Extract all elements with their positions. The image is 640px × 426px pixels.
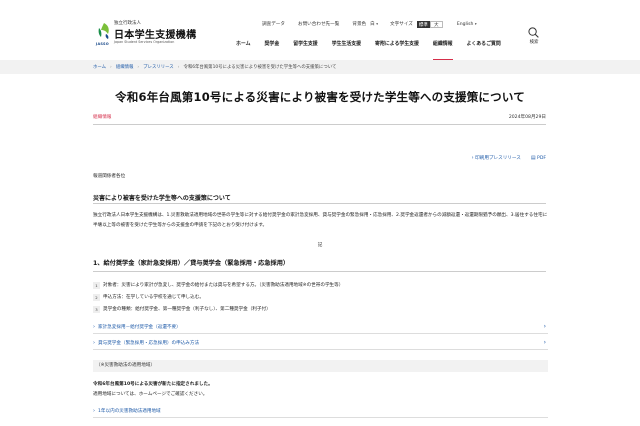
divider [93,203,546,204]
list-number: 3 [93,305,100,313]
publish-date: 2024年08月29日 [508,115,546,120]
nav-faq[interactable]: よくあるご質問 [467,40,501,50]
site-logo[interactable]: JASSO 独立行政法人 日本学生支援機構 Japan Student Serv… [96,20,196,50]
language-select[interactable]: English ▾ [457,22,477,27]
bgcolor-value: 白 [370,22,375,27]
chevron-down-icon: ▾ [376,22,378,26]
note-line-2: 適用地域については、ホームページでご確認ください。 [93,392,208,397]
list-item: 1 対象者：災害により家計が急変し、奨学金の給付または貸与を希望する方。（災害救… [93,279,548,291]
list-item: 3 奨学金の種類：給付奨学金、第一種奨学金（利子なし）、第二種奨学金（利子付） [93,303,548,315]
search-label: 検索 [529,40,539,45]
breadcrumb-press[interactable]: プレスリリース [143,65,174,70]
link-row-taiyo-kinkyu[interactable]: › 貸与奨学金（緊急採用・応急採用）の申込み方法 › [93,336,548,350]
site-header: JASSO 独立行政法人 日本学生支援機構 Japan Student Serv… [0,0,640,60]
link-label: 家計急変採用－給付奨学金（返還不要） [98,324,181,330]
arrow-right-icon: › [93,339,95,346]
pdf-label: PDF [537,156,546,161]
breadcrumb-separator: › [137,65,140,70]
utility-bar: 調査データ お問い合わせ先一覧 背景色 白 ▾ 文字サイズ 標準 大 Engli… [262,19,477,29]
logo-title: 日本学生支援機構 [114,30,197,41]
section-1-title: 1、給付奨学金（家計急変採用）／貸与奨学金（緊急採用・応急採用） [93,260,290,267]
eligibility-list: 1 対象者：災害により家計が急変し、奨学金の給付または貸与を希望する方。（災害救… [93,279,548,315]
breadcrumb-organization[interactable]: 組織情報 [116,65,134,70]
fontsize-standard-button[interactable]: 標準 [416,20,430,28]
arrow-right-icon: › [93,407,95,414]
nav-organization[interactable]: 組織情報 [432,40,453,60]
nav-donation[interactable]: 寄附による学生支援 [375,40,419,50]
logo-jasso-text: JASSO [96,42,109,46]
link-row-disaster-areas[interactable]: › 1年以内の災害救助法適用地域 [93,404,548,418]
search-icon [528,27,539,38]
breadcrumb-separator: › [110,65,112,70]
nav-international[interactable]: 留学生支援 [293,40,317,50]
breadcrumb-current: 令和6年台風第10号による災害により被害を受けた学生等への支援策について [183,65,337,70]
arrow-right-icon: › [93,323,95,330]
search-button[interactable]: 検索 [526,27,542,47]
breadcrumb-home[interactable]: ホーム [93,65,106,70]
bgcolor-label: 背景色 [352,22,367,27]
breadcrumb-separator: › [177,65,180,70]
link-label: 1年以内の災害救助法適用地域 [98,408,161,414]
nav-scholarship[interactable]: 奨学金 [265,40,280,50]
contact-link[interactable]: お問い合わせ先一覧 [298,21,339,27]
list-item-text: 奨学金の種類：給付奨学金、第一種奨学金（利子なし）、第二種奨学金（利子付） [103,307,271,312]
print-press-release-label: 印刷用プレスリリース [475,156,521,161]
section-subtitle: 災害により被害を受けた学生等への支援策について [93,195,231,202]
nav-home[interactable]: ホーム [236,40,251,50]
category-label: 組織情報 [93,115,112,120]
chevron-right-icon: › [543,323,546,330]
survey-link[interactable]: 調査データ [262,21,285,27]
document-icon: ▤ [530,155,536,161]
nav-student-life[interactable]: 学生生活支援 [332,40,361,50]
divider [93,271,546,272]
main-nav: ホーム 奨学金 留学生支援 学生生活支援 寄附による学生支援 組織情報 よくある… [236,40,501,60]
list-number: 1 [93,281,100,289]
list-item-text: 申込方法：在学している学校を通じて申し込む。 [103,295,204,300]
ki-marker: 記 [317,243,323,248]
print-links: › 印刷用プレスリリース ▤ PDF [472,155,546,161]
page-title: 令和6年台風第10号による災害により被害を受けた学生等への支援策について [115,90,525,104]
logo-english: Japan Student Services Organization [114,40,175,44]
chevron-down-icon: ▾ [474,21,477,26]
list-item-text: 対象者：災害により家計が急変し、奨学金の給付または貸与を希望する方。（災害救助法… [103,283,344,288]
breadcrumb: ホーム › 組織情報 › プレスリリース › 令和6年台風第10号による災害により被害を受け… [93,64,336,70]
fontsize-label: 文字サイズ [389,22,413,27]
arrow-right-icon: › [471,155,474,161]
note-line-1: 令和6年台風第10号による災害が新たに指定されました。 [93,382,213,387]
link-row-kakei-kyuhen[interactable]: › 家計急変採用－給付奨学金（返還不要） › [93,320,548,334]
language-value: English [456,21,474,27]
link-label: 貸与奨学金（緊急採用・応急採用）の申込み方法 [98,340,200,346]
list-number: 2 [93,293,100,301]
logo-mark-icon [98,23,109,39]
intro-paragraph: 独立行政法人日本学生支援機構は、1.災害救助法適用地域の世帯の学生等に対する給付… [93,213,548,228]
fontsize-large-button[interactable]: 大 [429,20,443,28]
chevron-right-icon: › [543,339,546,346]
divider [93,124,546,125]
note-box: （※災害救助法の適用地域） [93,360,548,372]
bgcolor-select[interactable]: 白 ▾ [370,21,378,27]
addressee: 報道関係者各位 [93,174,126,179]
list-item: 2 申込方法：在学している学校を通じて申し込む。 [93,291,548,303]
print-press-release-link[interactable]: › 印刷用プレスリリース [472,155,521,161]
pdf-badge[interactable]: ▤ PDF [531,155,546,161]
